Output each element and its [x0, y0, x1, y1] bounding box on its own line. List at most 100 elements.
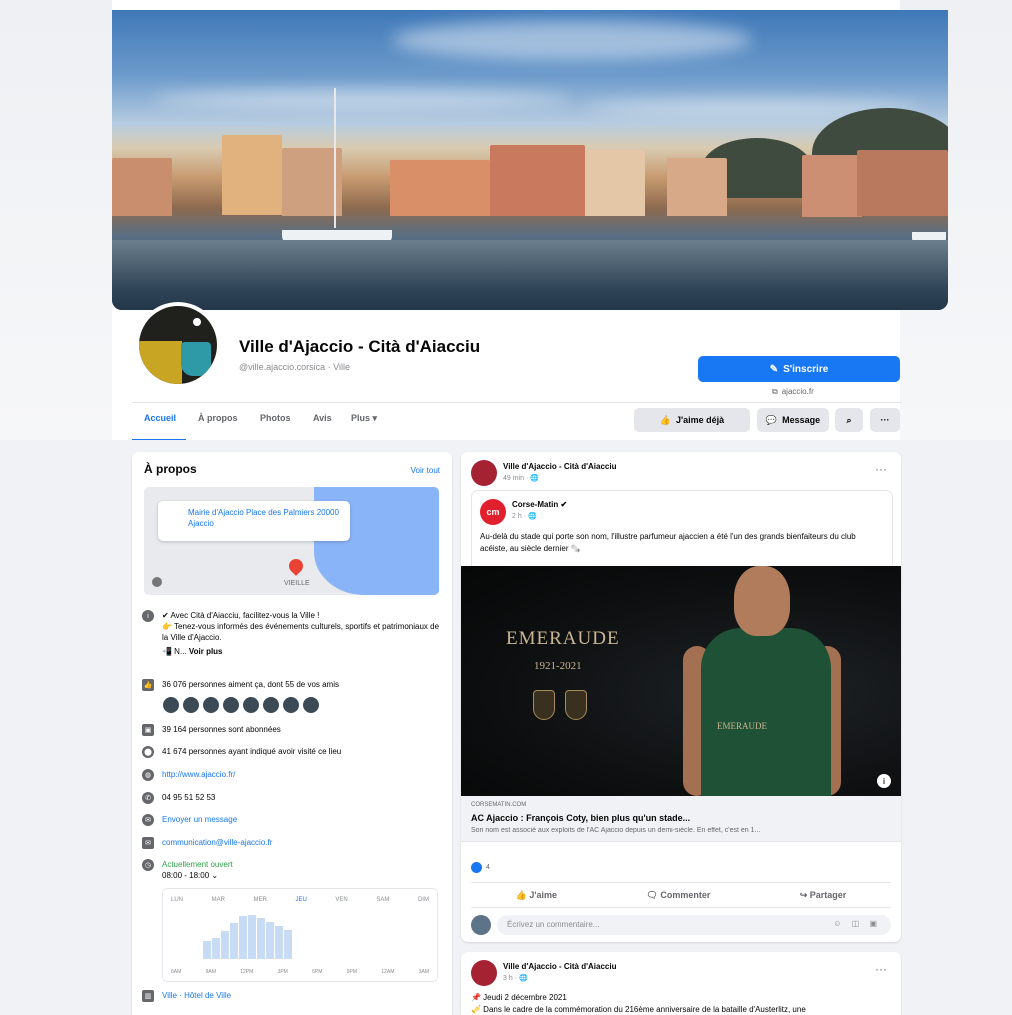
- image-title: EMERAUDE: [506, 628, 620, 649]
- hour-tick-label: 12PM: [240, 969, 254, 975]
- map-address[interactable]: Mairie d'Ajaccio Place des Palmiers 2000…: [158, 501, 350, 541]
- author-avatar[interactable]: [471, 460, 497, 486]
- tab-plus[interactable]: Plus ▾: [351, 413, 377, 424]
- info-icon[interactable]: i: [877, 774, 891, 788]
- messenger-icon: ✉: [142, 814, 154, 826]
- image-years: 1921-2021: [534, 660, 582, 672]
- opening-hours[interactable]: 08:00 - 18:00 ⌄: [162, 870, 233, 881]
- tab-avis[interactable]: Avis: [313, 413, 332, 423]
- post-author[interactable]: Ville d'Ajaccio - Cità d'Aiacciu: [503, 462, 616, 471]
- hours-row: ◷ Actuellement ouvert 08:00 - 18:00 ⌄: [142, 859, 442, 881]
- website-link[interactable]: ⧉ ajaccio.fr: [772, 387, 814, 397]
- post-time[interactable]: 3 h · 🌐: [503, 974, 528, 982]
- followers-count: 39 164 personnes sont abonnées: [162, 725, 281, 734]
- messenger-icon: 💬: [765, 414, 778, 425]
- external-link-icon: ⧉: [772, 387, 778, 396]
- search-button[interactable]: ⌕: [835, 408, 863, 432]
- harbor-water: [112, 240, 948, 310]
- subscribe-label: S'inscrire: [783, 363, 829, 375]
- subscribe-button[interactable]: ✎ S'inscrire: [698, 356, 900, 382]
- weekday-sam[interactable]: SAM: [376, 897, 389, 903]
- weekday-mer[interactable]: MER: [254, 897, 267, 903]
- post-line-1: 📌 Jeudi 2 décembre 2021: [471, 993, 567, 1002]
- post-menu-icon[interactable]: ···: [875, 962, 887, 976]
- building-icon: ▥: [142, 990, 154, 1002]
- weekday-lun[interactable]: LUN: [171, 897, 183, 903]
- message-row: ✉ Envoyer un message: [142, 814, 442, 826]
- comment-tools-icon[interactable]: ☺ ◫ ▣: [833, 919, 881, 928]
- shared-time[interactable]: 2 h · 🌐: [512, 512, 537, 520]
- post-image[interactable]: EMERAUDE 1921-2021 EMERAUDE i: [461, 566, 901, 796]
- website-row: ◍ http://www.ajaccio.fr/: [142, 769, 442, 781]
- weekday-dim[interactable]: DIM: [418, 897, 429, 903]
- post-time[interactable]: 49 min · 🌐: [503, 474, 539, 482]
- ellipsis-icon: ···: [880, 415, 890, 425]
- intro-line-2: 👉 Tenez-vous informés des événements cul…: [162, 622, 440, 642]
- send-message-link[interactable]: Envoyer un message: [162, 814, 237, 826]
- link-title: AC Ajaccio : François Coty, bien plus qu…: [471, 813, 691, 823]
- popular-times-chart: LUN MAR MER JEU VEN SAM DIM 6AM 9AM 12PM 3PM 6PM 9P…: [162, 888, 438, 982]
- about-title: À propos: [144, 462, 197, 476]
- followers-icon: ▣: [142, 724, 154, 736]
- map-pin-icon: [286, 556, 306, 576]
- shared-author[interactable]: Corse-Matin ✔: [512, 500, 567, 509]
- location-pin-icon: ⬤: [142, 746, 154, 758]
- post-text: Au-delà du stade qui porte son nom, l'il…: [480, 532, 856, 553]
- email-address[interactable]: communication@ville-ajaccio.fr: [162, 837, 272, 849]
- post-menu-icon[interactable]: ···: [875, 462, 887, 476]
- map-address-text: Mairie d'Ajaccio Place des Palmiers 2000…: [188, 508, 339, 528]
- tab-accueil[interactable]: Accueil: [144, 413, 176, 423]
- busyness-bar: [203, 941, 211, 959]
- weekday-ven[interactable]: VEN: [335, 897, 347, 903]
- link-source: CORSEMATIN.COM: [471, 802, 527, 808]
- like-button[interactable]: 👍 J'aime: [516, 890, 557, 901]
- website-label: ajaccio.fr: [781, 387, 814, 396]
- like-page-label: J'aime déjà: [676, 415, 725, 425]
- author-avatar[interactable]: [471, 960, 497, 986]
- comment-input[interactable]: Écrivez un commentaire... ☺ ◫ ▣: [497, 915, 891, 935]
- open-status: Actuellement ouvert: [162, 860, 233, 869]
- like-page-button[interactable]: 👍 J'aime déjà: [634, 408, 750, 432]
- location-map[interactable]: Mairie d'Ajaccio Place des Palmiers 2000…: [144, 487, 439, 595]
- thumbs-up-icon: 👍: [515, 889, 530, 900]
- category-row: ▥ Ville · Hôtel de Ville: [142, 990, 442, 1002]
- share-button[interactable]: ↪ Partager: [800, 890, 847, 901]
- phone-icon: ✆: [142, 792, 154, 804]
- see-all-link[interactable]: Voir tout: [411, 466, 440, 475]
- crest-left: [533, 690, 555, 720]
- see-more-link[interactable]: Voir plus: [189, 647, 223, 656]
- comment-label: Commenter: [660, 889, 711, 900]
- crest-right: [565, 690, 587, 720]
- hour-tick-label: 6PM: [312, 969, 323, 975]
- hour-tick-label: 9AM: [205, 969, 216, 975]
- post-card: Ville d'Ajaccio - Cità d'Aiacciu 49 min …: [461, 452, 901, 942]
- message-button[interactable]: 💬 Message: [757, 408, 829, 432]
- more-options-button[interactable]: ···: [870, 408, 900, 432]
- friend-avatars[interactable]: [162, 696, 320, 714]
- tab-a-propos[interactable]: À propos: [198, 413, 238, 423]
- likes-row: 👍 36 076 personnes aiment ça, dont 55 de…: [142, 679, 442, 691]
- weekday-mar[interactable]: MAR: [212, 897, 225, 903]
- tab-photos[interactable]: Photos: [260, 413, 291, 423]
- shirt-text: EMERAUDE: [717, 721, 767, 731]
- thumbs-up-icon: 👍: [659, 414, 672, 425]
- post-author[interactable]: Ville d'Ajaccio - Cità d'Aiacciu: [503, 962, 616, 971]
- comment-button[interactable]: 🗨 Commenter: [646, 890, 710, 901]
- weekday-jeu[interactable]: JEU: [295, 897, 306, 903]
- cover-photo[interactable]: [112, 10, 948, 310]
- phone-row: ✆ 04 95 51 52 53: [142, 792, 442, 804]
- busyness-bar: [221, 931, 229, 959]
- corse-matin-logo[interactable]: cm: [480, 499, 506, 525]
- hour-tick-label: 9PM: [346, 969, 358, 975]
- like-label: J'aime: [529, 889, 558, 900]
- map-info-icon[interactable]: [152, 577, 162, 587]
- search-icon: ⌕: [846, 414, 852, 425]
- page-margin-left: [0, 0, 112, 440]
- category-link[interactable]: Ville · Hôtel de Ville: [162, 990, 231, 1002]
- website-url[interactable]: http://www.ajaccio.fr/: [162, 769, 235, 781]
- link-preview[interactable]: CORSEMATIN.COM AC Ajaccio : François Cot…: [461, 796, 901, 842]
- hour-tick-label: 3PM: [277, 969, 288, 975]
- page-avatar[interactable]: [135, 302, 221, 388]
- busyness-bars: [203, 909, 292, 959]
- reaction-summary[interactable]: 4: [471, 862, 490, 873]
